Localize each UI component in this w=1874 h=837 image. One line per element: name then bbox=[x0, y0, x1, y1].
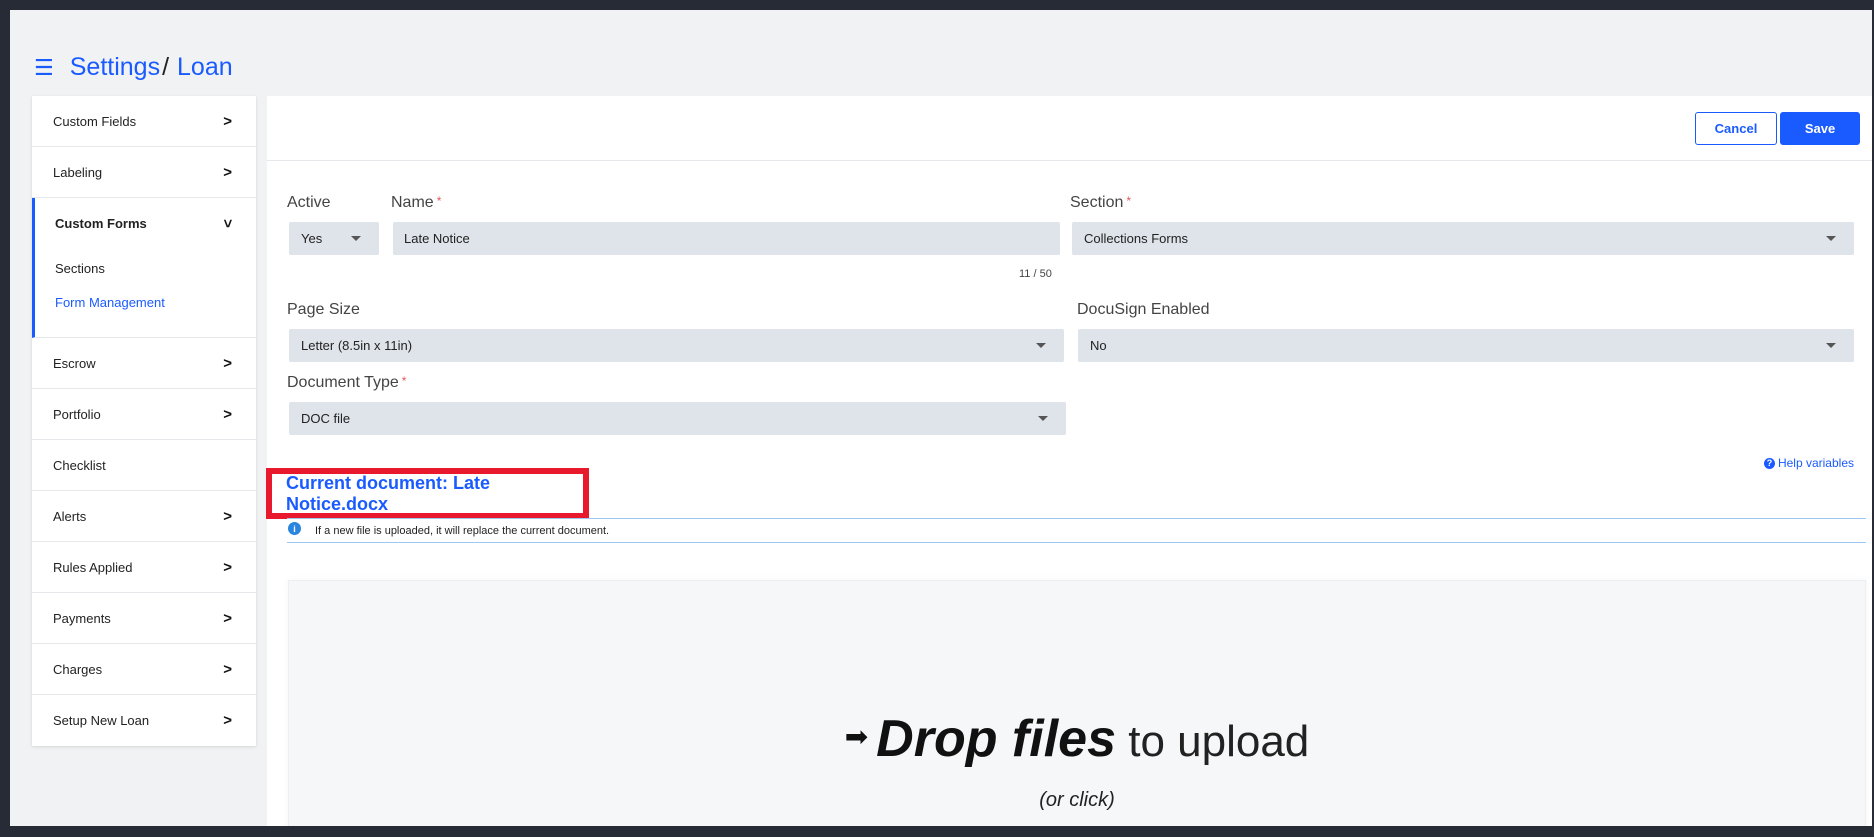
sidebar-item-label: Setup New Loan bbox=[53, 713, 150, 728]
info-icon: i bbox=[288, 522, 301, 535]
caret-down-icon bbox=[351, 236, 361, 241]
sidebar-item-custom-forms[interactable]: Custom Forms > bbox=[35, 198, 256, 249]
save-button[interactable]: Save bbox=[1780, 112, 1860, 145]
sidebar-item-payments[interactable]: Payments > bbox=[32, 593, 256, 644]
required-mark: * bbox=[1126, 194, 1132, 208]
required-mark: * bbox=[401, 374, 407, 388]
chevron-right-icon: > bbox=[223, 112, 232, 130]
docusign-select[interactable]: No bbox=[1078, 329, 1854, 362]
sidebar-item-checklist[interactable]: Checklist bbox=[32, 440, 256, 491]
caret-down-icon bbox=[1826, 236, 1836, 241]
dropzone-title-light: to upload bbox=[1116, 717, 1310, 766]
chevron-right-icon: > bbox=[223, 354, 232, 372]
document-type-label: Document Type * bbox=[287, 374, 406, 392]
help-variables-link[interactable]: ? Help variables bbox=[1763, 456, 1854, 470]
chevron-right-icon: > bbox=[223, 712, 232, 729]
active-select-value: Yes bbox=[301, 231, 323, 246]
sidebar-item-label: Custom Fields bbox=[53, 113, 137, 129]
dropzone-title-strong: Drop files bbox=[876, 710, 1116, 768]
replace-notice-text: If a new file is uploaded, it will repla… bbox=[315, 524, 610, 537]
name-label-text: Name bbox=[391, 194, 434, 211]
docusign-select-value: No bbox=[1090, 338, 1107, 353]
sidebar-item-label: Rules Applied bbox=[53, 559, 133, 575]
page-size-select-value: Letter (8.5in x 11in) bbox=[301, 338, 413, 353]
sidebar-item-setup-new-loan[interactable]: Setup New Loan > bbox=[32, 695, 256, 746]
chevron-right-icon: > bbox=[223, 507, 232, 525]
chevron-right-icon: > bbox=[223, 163, 232, 181]
section-label-text: Section bbox=[1070, 194, 1124, 211]
sidebar-item-label: Charges bbox=[53, 661, 103, 677]
sidebar-item-charges[interactable]: Charges > bbox=[32, 644, 256, 695]
breadcrumb-settings[interactable]: Settings bbox=[70, 53, 160, 82]
caret-down-icon bbox=[1038, 416, 1048, 421]
sidebar-item-custom-fields[interactable]: Custom Fields > bbox=[32, 96, 256, 147]
document-type-select-value: DOC file bbox=[301, 411, 351, 426]
sidebar-item-labeling[interactable]: Labeling > bbox=[32, 147, 256, 198]
sidebar-group-custom-forms: Custom Forms > Sections Form Management bbox=[32, 198, 256, 338]
document-type-label-text: Document Type bbox=[287, 374, 399, 391]
settings-sidebar: Custom Fields > Labeling > Custom Forms … bbox=[32, 96, 256, 746]
help-variables-text: Help variables bbox=[1777, 456, 1854, 470]
breadcrumb-loan[interactable]: Loan bbox=[177, 53, 233, 82]
name-input[interactable]: Late Notice bbox=[393, 222, 1060, 255]
breadcrumb: ☰ Settings / Loan bbox=[34, 53, 233, 82]
caret-down-icon bbox=[1826, 343, 1836, 348]
arrow-right-icon: ➡ bbox=[844, 720, 869, 752]
section-label: Section * bbox=[1070, 194, 1131, 212]
document-type-select[interactable]: DOC file bbox=[289, 402, 1066, 435]
hamburger-menu-icon[interactable]: ☰ bbox=[34, 56, 54, 79]
cancel-button[interactable]: Cancel bbox=[1695, 112, 1777, 145]
file-dropzone[interactable]: ➡ Drop files to upload (or click) bbox=[288, 580, 1866, 826]
current-document-link[interactable]: Current document: Late Notice.docx bbox=[266, 468, 589, 519]
sidebar-subitem-sections[interactable]: Sections bbox=[35, 251, 256, 285]
active-label: Active bbox=[287, 194, 331, 212]
sidebar-item-escrow[interactable]: Escrow > bbox=[32, 338, 256, 389]
name-label: Name * bbox=[391, 194, 441, 212]
dropzone-title: ➡ Drop files to upload bbox=[289, 709, 1865, 769]
docusign-label: DocuSign Enabled bbox=[1077, 301, 1210, 318]
page-size-select[interactable]: Letter (8.5in x 11in) bbox=[289, 329, 1064, 362]
name-char-counter: 11 / 50 bbox=[1019, 268, 1052, 280]
section-select-value: Collections Forms bbox=[1084, 231, 1189, 246]
sidebar-item-portfolio[interactable]: Portfolio > bbox=[32, 389, 256, 440]
sidebar-item-label: Payments bbox=[53, 610, 111, 626]
section-select[interactable]: Collections Forms bbox=[1072, 222, 1854, 255]
form-editor-panel: Cancel Save Active Yes Name * Late Notice… bbox=[266, 96, 1872, 826]
chevron-down-icon: > bbox=[219, 219, 237, 228]
sidebar-item-label: Labeling bbox=[53, 164, 103, 180]
action-bar: Cancel Save bbox=[267, 96, 1872, 161]
required-mark: * bbox=[436, 194, 442, 208]
caret-down-icon bbox=[1036, 343, 1046, 348]
sidebar-item-label: Alerts bbox=[53, 508, 87, 524]
page-size-label: Page Size bbox=[287, 301, 360, 318]
sidebar-item-label: Checklist bbox=[53, 457, 106, 473]
active-label-text: Active bbox=[287, 194, 331, 211]
app-window: ☰ Settings / Loan Custom Fields > Labeli… bbox=[10, 10, 1872, 826]
name-input-value: Late Notice bbox=[404, 231, 470, 246]
active-select[interactable]: Yes bbox=[289, 222, 379, 255]
sidebar-item-rules-applied[interactable]: Rules Applied > bbox=[32, 542, 256, 593]
chevron-right-icon: > bbox=[223, 558, 232, 576]
sidebar-subitem-form-management[interactable]: Form Management bbox=[35, 285, 256, 319]
breadcrumb-separator: / bbox=[162, 53, 170, 81]
sidebar-item-alerts[interactable]: Alerts > bbox=[32, 491, 256, 542]
chevron-right-icon: > bbox=[223, 405, 232, 423]
chevron-right-icon: > bbox=[223, 609, 232, 627]
chevron-right-icon: > bbox=[223, 660, 232, 678]
replace-notice: i If a new file is uploaded, it will rep… bbox=[287, 518, 1866, 543]
dropzone-subtitle: (or click) bbox=[1039, 789, 1115, 811]
sidebar-item-label: Portfolio bbox=[53, 406, 101, 422]
sidebar-item-label: Escrow bbox=[53, 355, 96, 371]
sidebar-item-label: Custom Forms bbox=[55, 216, 147, 231]
question-circle-icon: ? bbox=[1763, 457, 1775, 469]
